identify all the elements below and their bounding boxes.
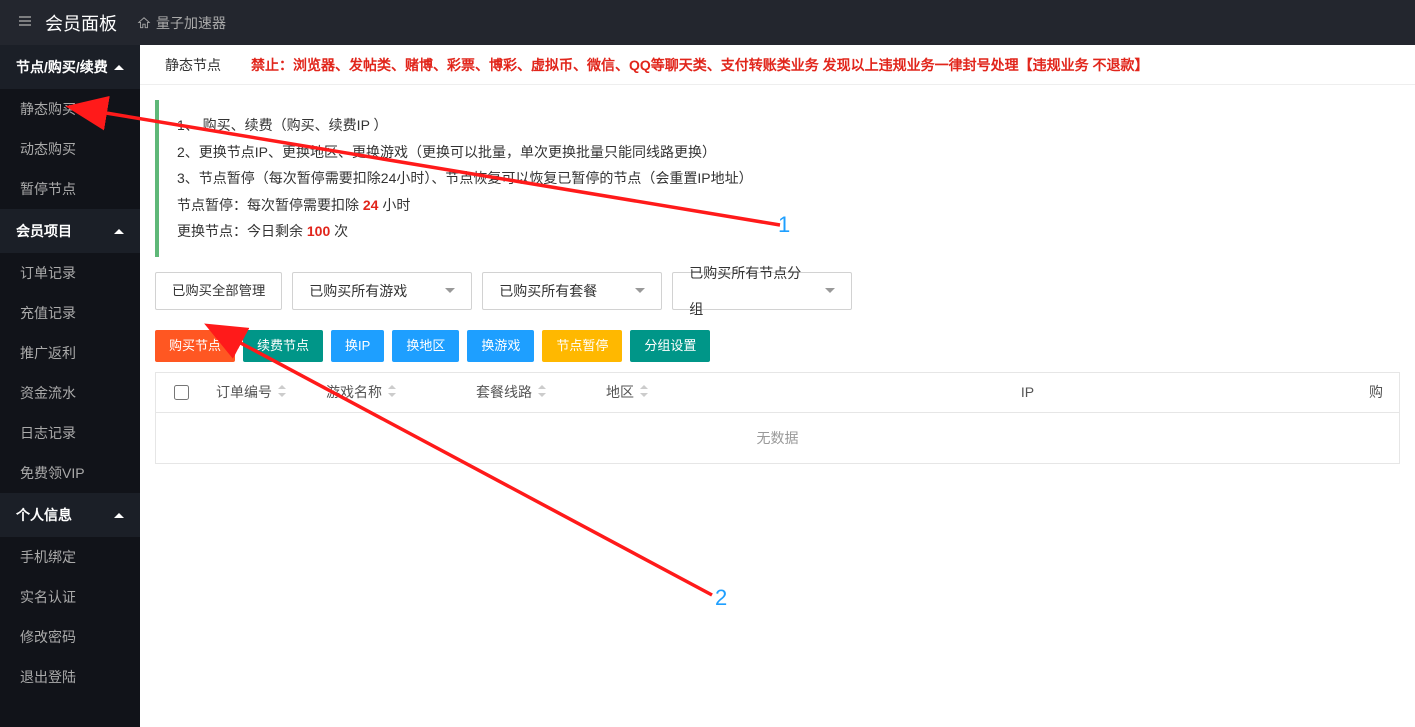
sidebar-group-profile-label: 个人信息 xyxy=(16,505,72,525)
caret-up-icon xyxy=(114,65,124,70)
main: 静态节点 禁止：浏览器、发帖类、赌博、彩票、博彩、虚拟币、微信、QQ等聊天类、支… xyxy=(140,45,1415,727)
nodes-table: 订单编号 游戏名称 套餐线路 地区 IP 购 无数据 xyxy=(155,372,1400,464)
chevron-down-icon xyxy=(825,288,835,293)
sidebar-item-logout[interactable]: 退出登陆 xyxy=(0,657,140,697)
chevron-down-icon xyxy=(635,288,645,293)
change-ip-button[interactable]: 换IP xyxy=(331,330,384,362)
notice-line-5: 更换节点：今日剩余 100 次 xyxy=(177,218,1382,245)
sidebar-group-member-label: 会员项目 xyxy=(16,221,72,241)
group-settings-button[interactable]: 分组设置 xyxy=(630,330,710,362)
sidebar-item-logs[interactable]: 日志记录 xyxy=(0,413,140,453)
sidebar-item-orders[interactable]: 订单记录 xyxy=(0,253,140,293)
home-icon xyxy=(137,16,151,30)
th-order-no[interactable]: 订单编号 xyxy=(206,382,316,402)
sidebar-item-static-buy[interactable]: 静态购买 xyxy=(0,89,140,129)
renew-node-button[interactable]: 续费节点 xyxy=(243,330,323,362)
topbar: 会员面板 量子加速器 xyxy=(0,0,1415,45)
warning-text: 禁止：浏览器、发帖类、赌博、彩票、博彩、虚拟币、微信、QQ等聊天类、支付转账类业… xyxy=(251,55,1149,75)
caret-up-icon xyxy=(114,229,124,234)
th-buy: 购 xyxy=(1359,382,1399,402)
notice-line-1: 1、 购买、续费（购买、续费IP ） xyxy=(177,112,1382,139)
select-all-checkbox[interactable] xyxy=(174,385,189,400)
sidebar-group-nodes-label: 节点/购买/续费 xyxy=(16,57,108,77)
buy-node-button[interactable]: 购买节点 xyxy=(155,330,235,362)
th-region[interactable]: 地区 xyxy=(596,382,696,402)
filter-row: 已购买全部管理 已购买所有游戏 已购买所有套餐 已购买所有节点分组 xyxy=(140,267,1415,315)
tab-static-nodes[interactable]: 静态节点 xyxy=(155,45,231,85)
menu-toggle-icon[interactable] xyxy=(10,13,40,32)
plan-select[interactable]: 已购买所有套餐 xyxy=(482,272,662,310)
page-title: 会员面板 xyxy=(45,10,117,36)
change-game-button[interactable]: 换游戏 xyxy=(467,330,534,362)
sort-icon xyxy=(387,384,397,401)
sidebar-item-rebate[interactable]: 推广返利 xyxy=(0,333,140,373)
breadcrumb-home[interactable]: 量子加速器 xyxy=(137,13,226,33)
table-empty: 无数据 xyxy=(156,413,1399,463)
sidebar-item-recharge[interactable]: 充值记录 xyxy=(0,293,140,333)
group-select[interactable]: 已购买所有节点分组 xyxy=(672,272,852,310)
sidebar-item-dynamic-buy[interactable]: 动态购买 xyxy=(0,129,140,169)
plan-select-label: 已购买所有套餐 xyxy=(499,273,597,309)
sidebar-item-pause-node[interactable]: 暂停节点 xyxy=(0,169,140,209)
chevron-down-icon xyxy=(445,288,455,293)
game-select-label: 已购买所有游戏 xyxy=(309,273,407,309)
all-purchased-button[interactable]: 已购买全部管理 xyxy=(155,272,282,310)
tabbar: 静态节点 禁止：浏览器、发帖类、赌博、彩票、博彩、虚拟币、微信、QQ等聊天类、支… xyxy=(140,45,1415,85)
th-checkbox xyxy=(156,385,206,400)
sidebar: 节点/购买/续费 静态购买 动态购买 暂停节点 会员项目 订单记录 充值记录 推… xyxy=(0,45,140,727)
sidebar-item-freevip[interactable]: 免费领VIP xyxy=(0,453,140,493)
sidebar-item-password[interactable]: 修改密码 xyxy=(0,617,140,657)
group-select-label: 已购买所有节点分组 xyxy=(689,255,805,327)
sidebar-group-nodes[interactable]: 节点/购买/续费 xyxy=(0,45,140,89)
caret-up-icon xyxy=(114,513,124,518)
pause-node-button[interactable]: 节点暂停 xyxy=(542,330,622,362)
sidebar-group-member[interactable]: 会员项目 xyxy=(0,209,140,253)
sidebar-item-realname[interactable]: 实名认证 xyxy=(0,577,140,617)
table-header: 订单编号 游戏名称 套餐线路 地区 IP 购 xyxy=(156,373,1399,413)
sort-icon xyxy=(537,384,547,401)
notice-line-4: 节点暂停：每次暂停需要扣除 24 小时 xyxy=(177,192,1382,219)
sort-icon xyxy=(277,384,287,401)
notice-line-2: 2、更换节点IP、更换地区、更换游戏（更换可以批量，单次更换批量只能同线路更换） xyxy=(177,139,1382,166)
sidebar-item-funds[interactable]: 资金流水 xyxy=(0,373,140,413)
th-ip[interactable]: IP xyxy=(696,384,1359,400)
notice-box: 1、 购买、续费（购买、续费IP ） 2、更换节点IP、更换地区、更换游戏（更换… xyxy=(155,100,1400,257)
sort-icon xyxy=(639,384,649,401)
th-game-name[interactable]: 游戏名称 xyxy=(316,382,466,402)
change-region-button[interactable]: 换地区 xyxy=(392,330,459,362)
breadcrumb-home-label: 量子加速器 xyxy=(156,13,226,33)
notice-line-3: 3、节点暂停（每次暂停需要扣除24小时）、节点恢复可以恢复已暂停的节点（会重置I… xyxy=(177,165,1382,192)
sidebar-item-bind-phone[interactable]: 手机绑定 xyxy=(0,537,140,577)
sidebar-group-profile[interactable]: 个人信息 xyxy=(0,493,140,537)
th-plan-route[interactable]: 套餐线路 xyxy=(466,382,596,402)
game-select[interactable]: 已购买所有游戏 xyxy=(292,272,472,310)
